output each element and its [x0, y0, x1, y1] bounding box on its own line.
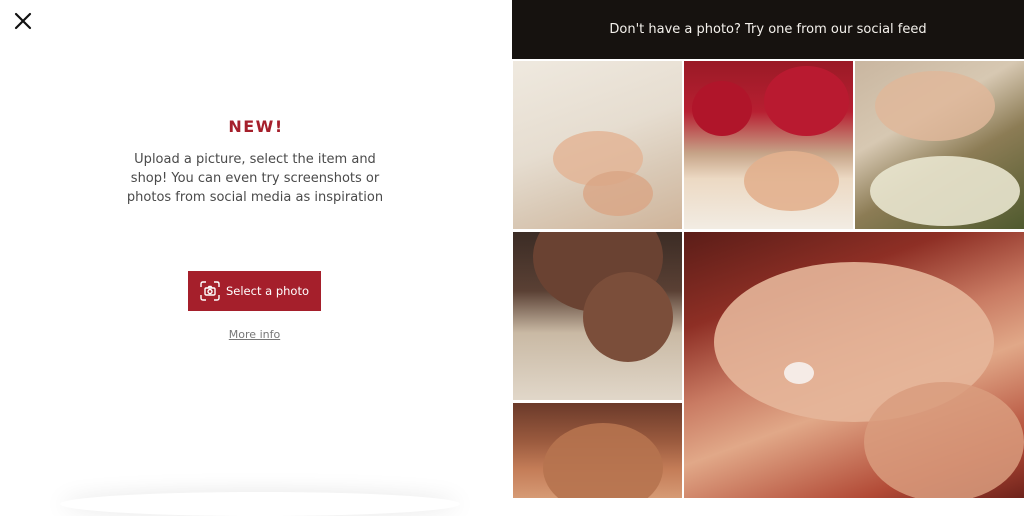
- upload-panel: NEW! Upload a picture, select the item a…: [0, 0, 512, 498]
- feed-photo-layered-necklaces[interactable]: [513, 403, 682, 498]
- feed-photo-hands-white-sleeve[interactable]: [513, 61, 682, 229]
- close-button[interactable]: [12, 10, 34, 32]
- camera-scan-icon: [200, 281, 220, 301]
- social-feed-banner: Don't have a photo? Try one from our soc…: [512, 0, 1024, 59]
- close-icon: [14, 12, 32, 30]
- select-photo-label: Select a photo: [225, 284, 309, 298]
- bottom-shadow: [60, 492, 460, 516]
- feed-photo-engagement-ring-hands[interactable]: [684, 232, 1024, 498]
- feed-photo-man-chain-necklace[interactable]: [513, 232, 682, 400]
- upload-description: Upload a picture, select the item and sh…: [126, 152, 384, 205]
- feed-photo-red-roses[interactable]: [684, 61, 853, 229]
- feed-photo-hydrangea-hands[interactable]: [855, 61, 1024, 229]
- select-photo-button[interactable]: Select a photo: [188, 271, 321, 311]
- social-feed-banner-text: Don't have a photo? Try one from our soc…: [609, 22, 927, 37]
- more-info-link[interactable]: More info: [0, 328, 509, 341]
- social-feed-panel: Don't have a photo? Try one from our soc…: [512, 0, 1024, 498]
- new-headline: NEW!: [228, 117, 284, 136]
